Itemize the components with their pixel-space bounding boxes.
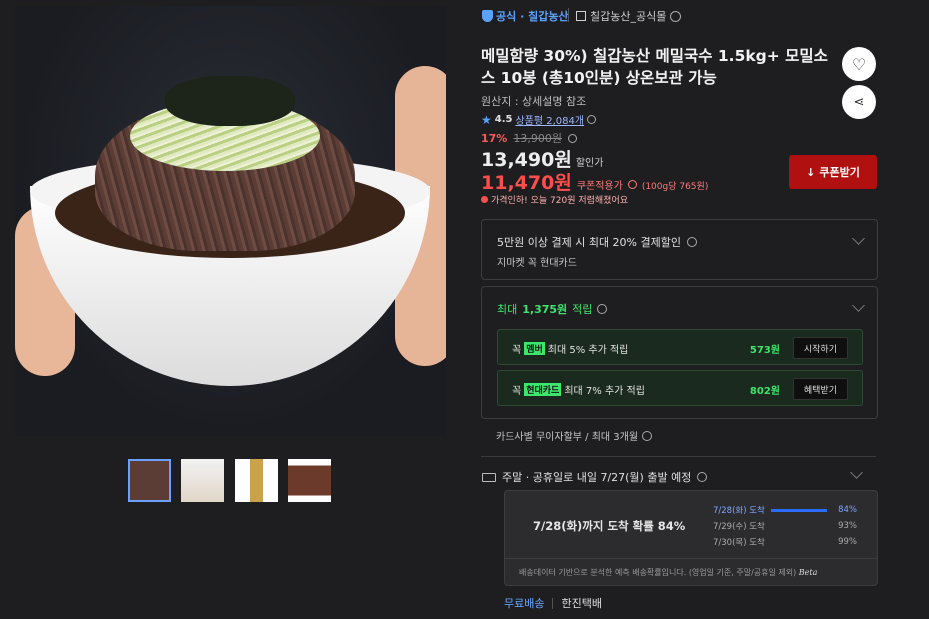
thumbnail-3[interactable] [235,459,278,502]
info-icon[interactable] [597,304,608,314]
thumbnail-1[interactable] [128,459,171,502]
start-button[interactable]: 시작하기 [792,337,848,359]
star-icon: ★ [481,112,492,127]
review-count-link[interactable]: 상품평 2,084개 [515,112,584,127]
shipping-headline-text: 주말 · 공휴일로 내일 7/27(월) 출발 예정 [502,471,692,484]
wishlist-button[interactable]: ♡ [842,47,876,81]
delivery-probability-panel: 7/28(화)까지 도착 확률 84% 7/28(화) 도착 84% 7/29(… [504,490,878,586]
share-icon: ⋖ [853,94,865,110]
chevron-down-icon[interactable] [850,466,863,479]
info-icon[interactable] [567,133,577,143]
delivery-pct: 93% [838,521,857,531]
installment-text: 카드사별 무이자할부 / 최대 3개월 [496,432,639,443]
probability-bar [771,541,838,544]
delivery-note-text: 배송데이터 기반으로 분석한 예측 배송확률입니다. (영업일 기준, 주말/공… [519,568,797,577]
points-prefix: 최대 [497,303,518,316]
info-icon[interactable] [587,115,597,124]
shield-icon [482,10,493,22]
divider [505,558,877,559]
shipping-method: 무료배송 한진택배 [504,595,602,611]
price-drop-text: 가격인하! 오늘 720원 저렴해졌어요 [491,196,629,206]
free-shipping-label: 무료배송 [504,597,545,610]
delivery-pct: 99% [838,537,857,547]
unit-price: (100g당 765원) [641,182,709,192]
delivery-prob-row: 7/29(수) 도착 93% [713,520,857,532]
points-row-card: 꼭 현대카드 최대 7% 추가 적립 802원 혜택받기 [497,370,863,406]
delivery-date: 7/29(수) 도착 [713,522,765,532]
seaweed-topping [165,76,295,126]
info-icon[interactable] [687,237,697,247]
coupon-price-label: 쿠폰적용가 [576,181,623,192]
points-title: 최대 1,375원 적립 [497,301,608,317]
card-promo-panel[interactable]: 5만원 이상 결제 시 최대 20% 결제할인 지마켓 꼭 현대카드 [481,219,878,280]
info-icon[interactable] [697,472,708,482]
alert-icon [481,196,488,203]
price-drop-alert: 가격인하! 오늘 720원 저렴해졌어요 [481,193,628,206]
discount-rate: 17% [481,131,508,145]
divider [481,456,876,457]
discount-row: 17% 13,900원 [481,130,577,146]
thumbnail-2[interactable] [181,459,224,502]
beta-label: Beta [798,568,818,577]
shipping-headline: 주말 · 공휴일로 내일 7/27(월) 출발 예정 [482,469,708,485]
official-badge-label: 공식 · 칠갑농산 [496,10,569,23]
heart-icon: ♡ [851,54,867,74]
chevron-down-icon[interactable] [852,299,865,312]
get-benefit-button[interactable]: 혜택받기 [792,378,848,400]
info-icon[interactable] [627,180,637,189]
sale-price-label: 할인가 [575,158,604,169]
thumbnail-4[interactable] [288,459,331,502]
product-main-image [15,6,446,436]
rating-row: ★ 4.5 상품평 2,084개 [481,112,597,127]
hyundai-card-tag: 현대카드 [524,383,562,396]
get-coupon-button[interactable]: ↓ 쿠폰받기 [789,155,877,189]
points-panel: 최대 1,375원 적립 꼭 멤버 최대 5% 추가 적립 573원 시작하기 … [481,286,878,419]
truck-icon [482,472,496,482]
home-icon [576,11,586,21]
official-store-badge[interactable]: 공식 · 칠갑농산 [482,8,569,24]
chevron-down-icon[interactable] [852,232,865,245]
points-row-prefix: 꼭 [512,386,522,397]
store-link[interactable]: 칠갑농산_공식몰 [576,8,682,24]
probability-bar [770,508,838,512]
chevron-right-icon[interactable] [670,10,682,22]
info-icon[interactable] [642,430,653,441]
origin-info: 원산지 : 상세설명 참조 [481,95,587,108]
coupon-price: 11,470원 [481,172,572,194]
card-promo-subtitle: 지마켓 꼭 현대카드 [497,258,577,269]
delivery-date: 7/30(목) 도착 [713,538,765,548]
member-tag: 멤버 [524,342,545,355]
divider [552,597,554,609]
product-title: 메밀함량 30%) 칠갑농산 메밀국수 1.5kg+ 모밀소스 10봉 (총10… [481,47,828,87]
coupon-price-row: 11,470원 쿠폰적용가 (100g당 765원) [481,168,708,195]
delivery-probability-main: 7/28(화)까지 도착 확률 84% [533,519,686,533]
points-row-member: 꼭 멤버 최대 5% 추가 적립 573원 시작하기 [497,329,863,365]
delivery-date: 7/28(화) 도착 [713,506,765,516]
delivery-prob-row: 7/28(화) 도착 84% [713,504,857,516]
points-row-text: 최대 5% 추가 적립 [547,345,629,356]
rating-value: 4.5 [494,114,513,125]
points-row-text: 최대 7% 추가 적립 [564,386,645,397]
original-price: 13,900원 [513,132,562,145]
divider [568,8,569,22]
points-amount: 1,375원 [522,303,568,316]
points-row-value: 802원 [749,386,780,397]
delivery-note: 배송데이터 기반으로 분석한 예측 배송확률입니다. (영업일 기준, 주말/공… [519,567,817,578]
download-icon: ↓ [806,165,816,179]
installment-info: 카드사별 무이자할부 / 최대 3개월 [496,428,653,443]
points-suffix: 적립 [572,303,593,316]
probability-bar [771,525,838,528]
share-button[interactable]: ⋖ [842,85,876,119]
points-row-value: 573원 [749,345,780,356]
card-promo-title: 5만원 이상 결제 시 최대 20% 결제할인 [497,236,681,249]
delivery-pct: 84% [838,505,857,515]
delivery-prob-row: 7/30(목) 도착 99% [713,536,857,548]
carrier-name: 한진택배 [561,597,602,610]
points-row-prefix: 꼭 [512,345,522,356]
coupon-button-label: 쿠폰받기 [819,166,860,179]
store-name: 칠갑농산_공식몰 [590,10,667,23]
